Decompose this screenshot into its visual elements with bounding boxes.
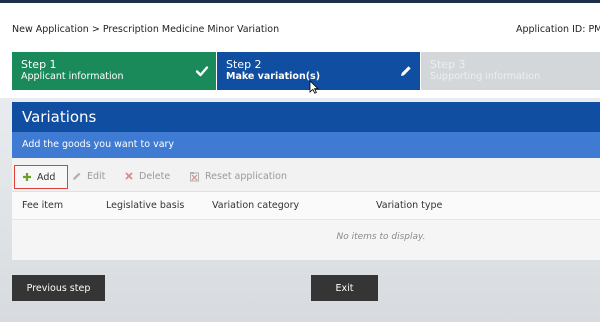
top-bar (0, 0, 600, 3)
exit-button[interactable]: Exit (311, 275, 378, 301)
step-2-title: Step 2 (226, 58, 262, 71)
variations-panel: Variations Add the goods you want to var… (12, 102, 600, 260)
step-1-subtitle: Applicant information (21, 71, 124, 82)
panel-title: Variations (12, 102, 600, 132)
previous-step-button[interactable]: Previous step (12, 275, 105, 301)
column-header-fee-item[interactable]: Fee item (22, 200, 63, 211)
reset-icon (190, 171, 199, 181)
check-icon (195, 66, 209, 77)
plus-icon (23, 173, 31, 181)
step-1-title: Step 1 (21, 58, 57, 71)
step-3-subtitle: Supporting information (430, 71, 541, 82)
column-header-variation-category[interactable]: Variation category (212, 200, 299, 211)
pencil-icon (401, 66, 411, 76)
edit-button-label: Edit (87, 170, 106, 182)
column-header-variation-type[interactable]: Variation type (376, 200, 442, 211)
step-3-title: Step 3 (430, 58, 466, 71)
step-2-subtitle: Make variation(s) (226, 71, 321, 82)
application-id: Application ID: PM- (516, 24, 600, 35)
delete-button[interactable]: Delete (124, 166, 170, 186)
delete-button-label: Delete (139, 170, 171, 182)
grid-body: No items to display. (12, 220, 600, 260)
column-header-legislative-basis[interactable]: Legislative basis (106, 200, 184, 211)
step-3: Step 3 Supporting information (420, 52, 600, 90)
add-button[interactable]: Add (14, 165, 68, 189)
reset-application-button[interactable]: Reset application (189, 166, 287, 186)
grid-header: Fee item Legislative basis Variation cat… (12, 192, 600, 220)
pencil-icon (73, 172, 81, 180)
grid-toolbar: Add Edit Delete Reset application (12, 158, 600, 192)
edit-button[interactable]: Edit (72, 166, 105, 186)
step-1[interactable]: Step 1 Applicant information (12, 52, 216, 90)
mouse-cursor-icon (309, 80, 319, 94)
add-button-label: Add (37, 171, 56, 183)
x-icon (125, 172, 133, 180)
reset-application-label: Reset application (205, 170, 287, 182)
panel-subtitle: Add the goods you want to vary (12, 132, 600, 158)
empty-grid-message: No items to display. (336, 232, 426, 242)
breadcrumb: New Application > Prescription Medicine … (12, 24, 280, 35)
step-wizard: Step 1 Applicant information Step 2 Make… (12, 52, 600, 90)
